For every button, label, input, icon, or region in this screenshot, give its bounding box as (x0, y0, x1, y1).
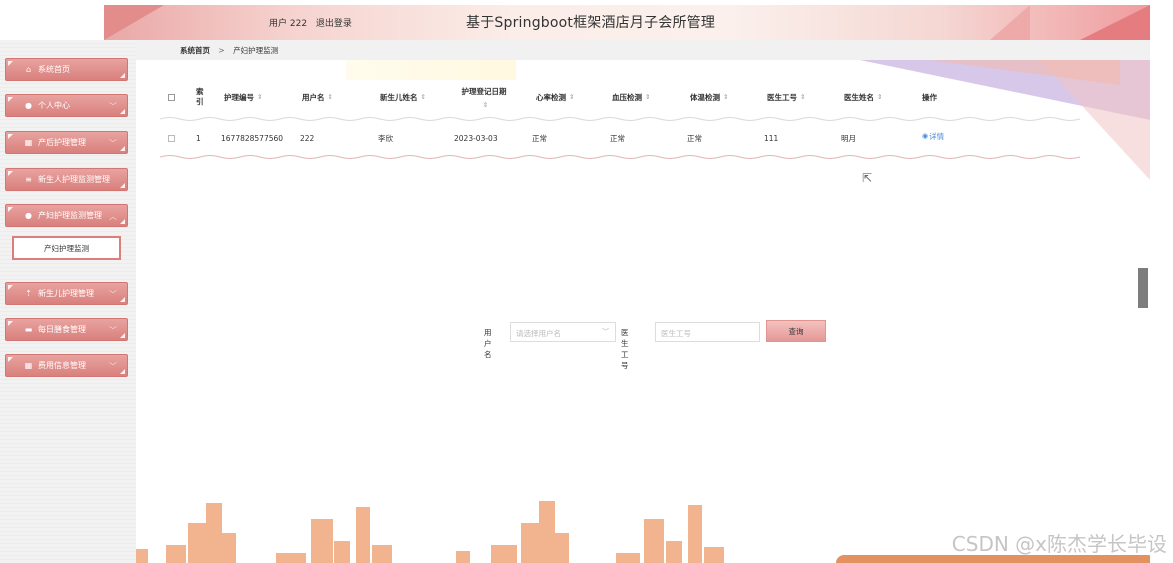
cell-register-date: 2023-03-03 (454, 133, 498, 143)
header-register-date[interactable]: 护理登记日期 ⇕ (458, 78, 510, 116)
sidebar-item-label: 产后护理管理 (38, 138, 86, 147)
sort-icon: ⇕ (420, 93, 426, 101)
sidebar-item-label: 系统首页 (38, 65, 70, 74)
breadcrumb-separator: > (218, 46, 225, 55)
cell-doctor-name: 明月 (841, 133, 856, 143)
breadcrumb-current: 产妇护理监测 (233, 46, 279, 55)
location-icon: ● (25, 211, 32, 220)
scrollbar-thumb[interactable] (1138, 268, 1148, 308)
monitor-icon: ▬ (24, 325, 33, 334)
username-label: 用户名 (484, 328, 492, 359)
sidebar-item-label: 新生人护理监测管理 (38, 175, 110, 184)
chevron-down-icon: ﹀ (602, 328, 609, 336)
sort-icon: ⇕ (645, 93, 651, 101)
eye-icon: ◉ (922, 132, 929, 140)
breadcrumb-home[interactable]: 系统首页 (180, 46, 210, 55)
watermark: CSDN @x陈杰学长毕设 (951, 532, 1167, 556)
sort-icon: ⇕ (327, 93, 333, 101)
sort-icon: ⇕ (877, 93, 883, 101)
sidebar-item-maternal-monitor[interactable]: ● 产妇护理监测管理 ︿ (5, 204, 128, 227)
header-heart-rate[interactable]: 心率检测 ⇕ (536, 78, 574, 116)
sort-icon: ⇕ (800, 93, 806, 101)
header-index: 索引 (196, 87, 204, 106)
breadcrumb: 系统首页 > 产妇护理监测 (136, 40, 1150, 60)
doctor-no-input[interactable]: 医生工号 (655, 322, 760, 342)
header-baby-name[interactable]: 新生儿姓名 ⇕ (380, 78, 426, 116)
sidebar-item-newborn-monitor[interactable]: ≡ 新生人护理监测管理 (5, 168, 128, 191)
doctor-no-label: 医生工号 (621, 328, 629, 370)
header-doctor-name[interactable]: 医生姓名 ⇕ (844, 78, 882, 116)
header-action: 操作 (922, 92, 937, 102)
sidebar-item-label: 产妇护理监测管理 (38, 211, 102, 220)
row-divider (160, 155, 1080, 159)
chevron-down-icon: ﹀ (109, 102, 117, 111)
sort-icon: ⇕ (482, 100, 489, 109)
sidebar-item-label: 个人中心 (38, 101, 70, 110)
person-icon: ● (25, 101, 32, 110)
header-blood-pressure[interactable]: 血压检测 ⇕ (612, 78, 650, 116)
header-temperature[interactable]: 体温检测 ⇕ (690, 78, 728, 116)
cell-temperature: 正常 (687, 133, 702, 143)
header-decor-right-inner (990, 5, 1030, 40)
top-header: 用户 222 退出登录 基于Springboot框架酒店月子会所管理 (104, 5, 1150, 40)
list-icon: ≡ (25, 175, 32, 184)
sort-icon: ⇕ (723, 93, 729, 101)
cell-nursing-no: 1677828577560 (221, 133, 284, 143)
chevron-down-icon: ﹀ (109, 139, 117, 148)
grid-icon: ▦ (24, 361, 33, 370)
username-placeholder: 请选择用户名 (516, 329, 561, 338)
cell-baby-name: 李欣 (378, 133, 393, 143)
data-table: 索引 护理编号 ⇕ 用户名 ⇕ 新生儿姓名 ⇕ 护理登记日期 ⇕ 心率检测 ⇕ 血压检测 ⇕… (160, 78, 1080, 159)
decor-top-left (346, 60, 516, 80)
upload-icon: ⇡ (25, 289, 32, 298)
header-decor-left (104, 5, 164, 40)
grid-icon: ▦ (24, 138, 33, 147)
main-content: 索引 护理编号 ⇕ 用户名 ⇕ 新生儿姓名 ⇕ 护理登记日期 ⇕ 心率检测 ⇕ 血压检测 ⇕… (136, 60, 1150, 563)
chevron-up-icon: ︿ (109, 212, 117, 221)
cell-heart-rate: 正常 (532, 133, 547, 143)
sidebar-item-postpartum-care[interactable]: ▦ 产后护理管理 ﹀ (5, 131, 128, 154)
sidebar-item-profile[interactable]: ● 个人中心 ﹀ (5, 94, 128, 117)
submenu-item-label: 产妇护理监测 (44, 243, 89, 253)
submenu-item-maternal-monitor[interactable]: 产妇护理监测 (12, 236, 121, 260)
sort-icon: ⇕ (569, 93, 575, 101)
cell-blood-pressure: 正常 (610, 133, 625, 143)
mouse-cursor-icon: ⇱ (862, 171, 873, 185)
header-nursing-no[interactable]: 护理编号 ⇕ (224, 78, 262, 116)
sidebar-item-label: 费用信息管理 (38, 361, 86, 370)
row-checkbox[interactable] (168, 122, 175, 154)
sidebar-item-fee-info[interactable]: ▦ 费用信息管理 ﹀ (5, 354, 128, 377)
sort-icon: ⇕ (257, 93, 263, 101)
sidebar-item-newborn-care[interactable]: ⇡ 新生儿护理管理 ﹀ (5, 282, 128, 305)
header-decor-right (1080, 5, 1150, 40)
sidebar: ⌂ 系统首页 ● 个人中心 ﹀ ▦ 产后护理管理 ﹀ ≡ 新生人护理监测管理 ●… (0, 40, 136, 563)
search-button[interactable]: 查询 (766, 320, 826, 342)
user-label: 用户 222 (269, 19, 308, 29)
table-row[interactable]: 1 1677828577560 222 李欣 2023-03-03 正常 正常 … (160, 122, 1080, 154)
chevron-down-icon: ﹀ (109, 362, 117, 371)
sidebar-item-daily-meals[interactable]: ▬ 每日膳食管理 ﹀ (5, 318, 128, 341)
sidebar-item-label: 每日膳食管理 (38, 325, 86, 334)
detail-link[interactable]: ◉ 详情 (922, 120, 944, 152)
app-title: 基于Springboot框架酒店月子会所管理 (466, 15, 716, 31)
chevron-down-icon: ﹀ (109, 290, 117, 299)
username-select[interactable]: 请选择用户名 ﹀ (510, 322, 616, 342)
select-all-checkbox[interactable] (168, 78, 175, 116)
sidebar-item-label: 新生儿护理管理 (38, 289, 94, 298)
home-icon: ⌂ (25, 65, 32, 74)
cell-username: 222 (300, 133, 315, 143)
user-info: 用户 222 退出登录 (269, 16, 358, 29)
chevron-down-icon: ﹀ (109, 326, 117, 335)
sidebar-item-home[interactable]: ⌂ 系统首页 (5, 58, 128, 81)
header-username[interactable]: 用户名 ⇕ (302, 78, 333, 116)
cell-doctor-no: 111 (764, 133, 779, 143)
cell-index: 1 (196, 133, 201, 143)
header-doctor-no[interactable]: 医生工号 ⇕ (767, 78, 805, 116)
logout-link[interactable]: 退出登录 (316, 19, 352, 29)
table-header-row: 索引 护理编号 ⇕ 用户名 ⇕ 新生儿姓名 ⇕ 护理登记日期 ⇕ 心率检测 ⇕ 血压检测 ⇕… (160, 78, 1080, 116)
